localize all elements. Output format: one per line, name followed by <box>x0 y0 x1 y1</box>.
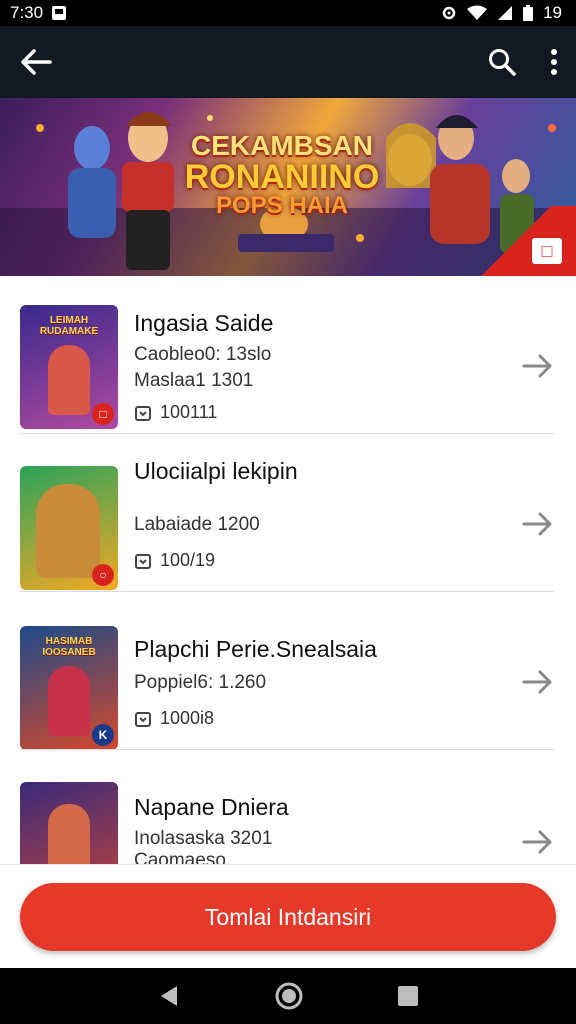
item-title: Ingasia Saide <box>134 310 274 336</box>
banner-title-line1: CEKAMBSAN <box>191 130 373 161</box>
item-subtitle: Inolasaska 3201 <box>134 828 273 849</box>
nav-back-icon[interactable] <box>157 984 181 1008</box>
item-title: Napane Dniera <box>134 794 289 820</box>
status-bar: 7:30 19 <box>0 0 576 26</box>
status-time: 7:30 <box>10 3 44 22</box>
thumbnail-label: HASIMAB IOOSANEB <box>42 636 96 658</box>
promo-banner[interactable]: CEKAMBSAN RONANIINO POPS HAIA □ <box>0 98 576 276</box>
primary-action-button[interactable]: Tomlai Intdansiri <box>20 883 556 951</box>
item-subtitle: Caobleo0: 13slo <box>134 344 272 365</box>
game-thumbnail: HASIMAB IOOSANEB K <box>20 626 118 750</box>
banner-title-line2: RONANIINO <box>184 158 380 196</box>
signal-icon <box>498 6 513 20</box>
arrow-right-icon[interactable] <box>522 668 554 696</box>
app-bar <box>0 26 576 98</box>
character-art <box>36 484 100 578</box>
item-meta: 100111 <box>134 402 217 423</box>
bottom-action-area: Tomlai Intdansiri <box>0 864 576 968</box>
list-item[interactable]: HASIMAB IOOSANEB K Plapchi Perie.Snealsa… <box>0 592 576 750</box>
game-thumbnail: LEIMAH RUDAMAKE □ <box>20 305 118 429</box>
brand-badge-icon: K <box>92 724 114 746</box>
character-art <box>48 666 90 736</box>
item-title: Plapchi Perie.Snealsaia <box>134 636 377 662</box>
search-icon[interactable] <box>488 48 516 76</box>
item-meta: 1000i8 <box>134 708 214 729</box>
brand-badge-icon: □ <box>92 403 114 425</box>
notification-icon <box>52 6 67 20</box>
arrow-right-icon[interactable] <box>522 352 554 380</box>
item-meta-value: 100111 <box>160 402 218 422</box>
thumbnail-label: LEIMAH RUDAMAKE <box>39 315 99 337</box>
item-subtitle: Labaiade 1200 <box>134 514 260 535</box>
download-count-icon <box>135 711 151 727</box>
system-navigation-bar <box>0 968 576 1024</box>
character-art <box>48 804 90 864</box>
download-count-icon <box>135 553 151 569</box>
more-options-icon[interactable] <box>550 48 558 76</box>
game-thumbnail: ○ <box>20 466 118 590</box>
battery-level: 19 <box>543 3 562 22</box>
item-detail: Maslaa1 1301 <box>134 370 254 391</box>
settings-status-icon <box>442 6 456 20</box>
banner-title-line3: POPS HAIA <box>215 192 349 219</box>
list-item[interactable]: LEIMAH RUDAMAKE □ Ingasia Saide Caobleo0… <box>0 276 576 434</box>
list-item[interactable]: ○ Ulociialpi lekipin Labaiade 1200 100/1… <box>0 434 576 592</box>
nav-recents-icon[interactable] <box>397 985 419 1007</box>
item-detail: Caomaeso <box>134 850 226 864</box>
back-arrow-icon[interactable] <box>20 48 52 76</box>
game-list: LEIMAH RUDAMAKE □ Ingasia Saide Caobleo0… <box>0 276 576 864</box>
banner-title: CEKAMBSAN RONANIINO POPS HAIA <box>182 132 382 218</box>
item-meta-value: 1000i8 <box>160 708 215 728</box>
item-subtitle: Poppiel6: 1.260 <box>134 672 267 693</box>
wifi-icon <box>467 5 488 20</box>
game-thumbnail <box>20 782 118 864</box>
arrow-right-icon[interactable] <box>522 828 554 856</box>
nav-home-icon[interactable] <box>275 982 303 1010</box>
download-count-icon <box>135 405 151 421</box>
brand-logo-icon: □ <box>532 238 562 264</box>
battery-icon <box>523 5 534 21</box>
arrow-right-icon[interactable] <box>522 510 554 538</box>
brand-badge-icon: ○ <box>92 564 114 586</box>
item-title: Ulociialpi lekipin <box>134 458 298 484</box>
item-meta-value: 100/19 <box>160 550 216 570</box>
character-art <box>48 345 90 415</box>
item-meta: 100/19 <box>134 550 215 571</box>
list-item[interactable]: Napane Dniera Inolasaska 3201 Caomaeso <box>0 750 576 864</box>
